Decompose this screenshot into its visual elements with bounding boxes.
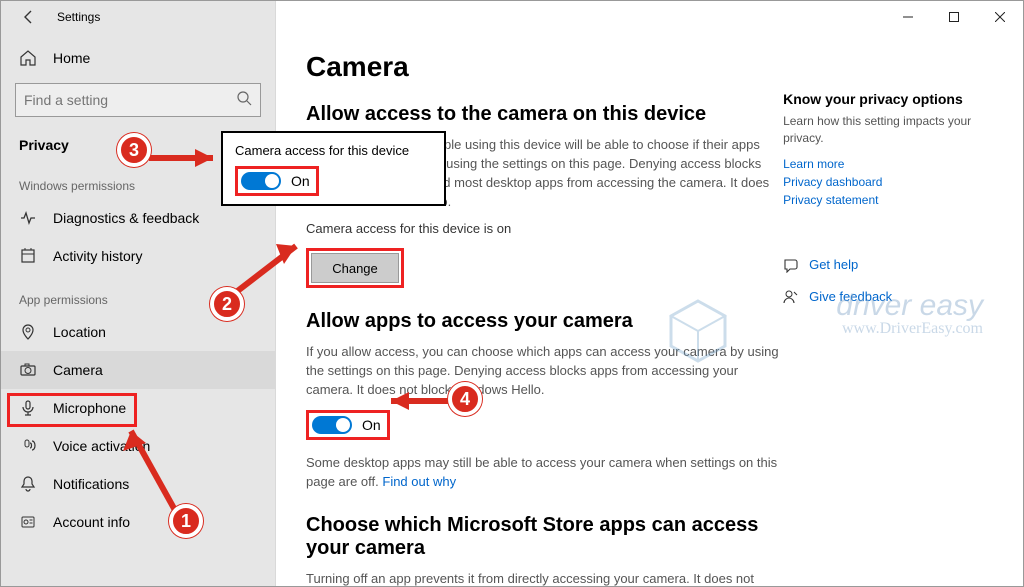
link-privacy-statement[interactable]: Privacy statement <box>783 193 993 207</box>
status-prefix: Camera access for this device is <box>306 221 497 236</box>
popup-toggle-highlight: On <box>235 166 319 196</box>
feedback-icon <box>783 289 799 305</box>
aside-panel: Know your privacy options Learn how this… <box>783 51 993 566</box>
search-box[interactable] <box>15 83 261 117</box>
section1-heading: Allow access to the camera on this devic… <box>306 103 783 126</box>
toggle-label: On <box>291 173 310 189</box>
camera-icon <box>19 361 37 379</box>
sidebar-item-label: Diagnostics & feedback <box>53 210 199 226</box>
voice-icon <box>19 437 37 455</box>
annotation-badge-4: 4 <box>448 382 482 416</box>
help-label: Get help <box>809 257 858 272</box>
annotation-arrow-3 <box>141 143 231 173</box>
aside-heading: Know your privacy options <box>783 91 993 107</box>
annotation-arrow-4 <box>381 389 456 413</box>
maximize-button[interactable] <box>931 1 977 33</box>
annotation-badge-3: 3 <box>117 133 151 167</box>
feedback-label: Give feedback <box>809 289 892 304</box>
change-highlight: Change <box>306 248 404 288</box>
settings-window: Settings Home Privacy Windows permission… <box>0 0 1024 587</box>
find-out-why-link[interactable]: Find out why <box>382 474 456 489</box>
section2-desc: If you allow access, you can choose whic… <box>306 343 783 400</box>
status-value: on <box>497 221 511 236</box>
account-icon <box>19 513 37 531</box>
window-controls <box>885 1 1023 33</box>
device-camera-toggle[interactable]: On <box>241 172 310 190</box>
diagnostics-icon <box>19 209 37 227</box>
page-title: Camera <box>306 51 783 83</box>
main-content: Camera Allow access to the camera on thi… <box>276 1 1023 586</box>
toggle-track <box>241 172 281 190</box>
notifications-icon <box>19 475 37 493</box>
section1-status: Camera access for this device is on <box>306 221 783 236</box>
home-icon <box>19 49 37 67</box>
sidebar-item-label: Activity history <box>53 248 142 264</box>
aside-desc: Learn how this setting impacts your priv… <box>783 113 993 147</box>
apps-camera-toggle[interactable]: On <box>312 416 381 434</box>
sidebar-item-camera[interactable]: Camera <box>1 351 275 389</box>
annotation-badge-1: 1 <box>169 504 203 538</box>
help-icon <box>783 257 799 273</box>
window-title: Settings <box>57 10 100 24</box>
section2-heading: Allow apps to access your camera <box>306 310 783 333</box>
note-prefix: Some desktop apps may still be able to a… <box>306 455 777 489</box>
get-help-link[interactable]: Get help <box>783 257 993 273</box>
toggle-track <box>312 416 352 434</box>
search-input[interactable] <box>24 92 224 108</box>
sidebar-item-label: Camera <box>53 362 103 378</box>
toggle2-highlight: On <box>306 410 390 440</box>
back-button[interactable] <box>15 3 43 31</box>
section3-desc: Turning off an app prevents it from dire… <box>306 570 783 586</box>
sidebar-item-label: Location <box>53 324 106 340</box>
activity-icon <box>19 247 37 265</box>
close-button[interactable] <box>977 1 1023 33</box>
section3-heading: Choose which Microsoft Store apps can ac… <box>306 514 783 560</box>
annotation-badge-2: 2 <box>210 287 244 321</box>
minimize-button[interactable] <box>885 1 931 33</box>
link-privacy-dashboard[interactable]: Privacy dashboard <box>783 175 993 189</box>
location-icon <box>19 323 37 341</box>
section2-note: Some desktop apps may still be able to a… <box>306 454 783 492</box>
titlebar: Settings <box>1 1 1023 33</box>
search-icon <box>236 90 252 111</box>
sidebar-home-label: Home <box>53 50 90 66</box>
change-button[interactable]: Change <box>311 253 399 283</box>
popup-title: Camera access for this device <box>235 143 432 158</box>
toggle-label: On <box>362 417 381 433</box>
give-feedback-link[interactable]: Give feedback <box>783 289 993 305</box>
camera-access-popup: Camera access for this device On <box>221 131 446 206</box>
microphone-icon <box>19 399 37 417</box>
link-learn-more[interactable]: Learn more <box>783 157 993 171</box>
sidebar-home[interactable]: Home <box>1 41 275 75</box>
